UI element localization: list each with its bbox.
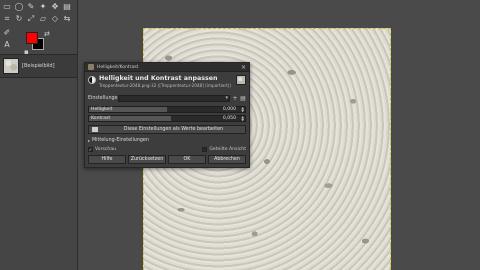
dialog-subtitle: Treppentextur-2048.png-32 ([Treppentextu… (99, 83, 232, 88)
ok-button[interactable]: OK (168, 155, 206, 164)
brightness-value[interactable]: 0,000 (223, 107, 236, 113)
layer-preview-thumbnail (236, 75, 246, 85)
flip-icon[interactable]: ⇆ (62, 14, 72, 24)
app-icon (88, 64, 94, 70)
foreground-color-swatch[interactable] (26, 32, 38, 44)
perspective-icon[interactable]: ◇ (50, 14, 60, 24)
scale-icon[interactable]: ⤢ (26, 14, 36, 24)
edit-as-levels-button[interactable]: Diese Einstellungen als Werte bearbeiten (88, 125, 246, 134)
shear-icon[interactable]: ▱ (38, 14, 48, 24)
contrast-spin-arrows-icon[interactable]: ▲ ▼ (241, 115, 244, 122)
dialog-header: Helligkeit und Kontrast anpassen Treppen… (85, 72, 249, 90)
dialog-heading: Helligkeit und Kontrast anpassen (99, 75, 218, 82)
split-view-checkbox[interactable]: Geteilte Ansicht (202, 146, 246, 152)
fuzzy-select-icon[interactable]: ✦ (38, 2, 48, 12)
move-icon[interactable]: ✥ (50, 2, 60, 12)
split-view-checkbox-box[interactable] (202, 146, 208, 152)
image-thumbnail (3, 58, 19, 74)
close-icon[interactable]: × (241, 63, 246, 72)
split-view-label: Geteilte Ansicht (209, 146, 246, 152)
paint-icon[interactable]: ✐ (2, 28, 12, 38)
contrast-slider[interactable]: Kontrast 0,050 ▲ ▼ (88, 115, 246, 122)
image-list-item[interactable]: [Beispielbild] (0, 54, 78, 78)
contrast-value[interactable]: 0,050 (223, 116, 236, 122)
dock-empty-area (0, 78, 78, 270)
brightness-contrast-dialog: Helligkeit/Kontrast × Helligkeit und Kon… (84, 62, 250, 168)
image-thumbnail-label: [Beispielbild] (22, 63, 55, 69)
preset-menu-icon[interactable]: ▤ (240, 95, 246, 102)
align-icon[interactable]: ▤ (62, 2, 72, 12)
presets-row: Einstellungen: + ▤ (85, 93, 249, 103)
rect-select-icon[interactable]: ▭ (2, 2, 12, 12)
brightness-label: Helligkeit (91, 107, 113, 112)
presets-label: Einstellungen: (88, 95, 123, 101)
levels-icon (92, 127, 98, 132)
blending-options-label: Mittelung-Einstellungen (92, 137, 149, 143)
text-icon[interactable]: A (2, 40, 12, 50)
preview-options-row: ✓ Vorschau Geteilte Ansicht (85, 145, 249, 153)
help-button[interactable]: Hilfe (88, 155, 126, 164)
edit-as-levels-label: Diese Einstellungen als Werte bearbeiten (123, 127, 224, 132)
ellipse-select-icon[interactable]: ◯ (14, 2, 24, 12)
add-preset-icon[interactable]: + (232, 95, 238, 102)
swap-colors-icon[interactable]: ⇄ (44, 30, 50, 38)
free-select-icon[interactable]: ✎ (26, 2, 36, 12)
reset-button[interactable]: Zurücksetzen (128, 155, 166, 164)
brightness-slider[interactable]: Helligkeit 0,000 ▲ ▼ (88, 106, 246, 113)
presets-combo[interactable] (118, 94, 230, 102)
rotate-icon[interactable]: ↻ (14, 14, 24, 24)
brightness-spin-arrows-icon[interactable]: ▲ ▼ (241, 106, 244, 113)
contrast-label: Kontrast (91, 116, 111, 121)
dialog-window-title: Helligkeit/Kontrast (97, 64, 139, 70)
cancel-button[interactable]: Abbrechen (208, 155, 246, 164)
brightness-contrast-icon (88, 76, 96, 84)
expander-arrow-icon: ▸ (88, 137, 91, 143)
toolbox: ▭ ◯ ✎ ✦ ✥ ▤ ⌗ ↻ ⤢ ▱ ◇ ⇆ ✐ A ⇄ ▪ [Beispie… (0, 0, 78, 270)
dialog-actions: Hilfe Zurücksetzen OK Abbrechen (85, 155, 249, 164)
blending-options-expander[interactable]: ▸ Mittelung-Einstellungen (85, 136, 249, 144)
preview-label: Vorschau (95, 146, 117, 152)
dialog-titlebar[interactable]: Helligkeit/Kontrast × (85, 63, 249, 72)
preview-checkbox-box[interactable]: ✓ (88, 146, 93, 152)
crop-icon[interactable]: ⌗ (2, 14, 12, 24)
preview-checkbox[interactable]: ✓ Vorschau (88, 146, 117, 152)
